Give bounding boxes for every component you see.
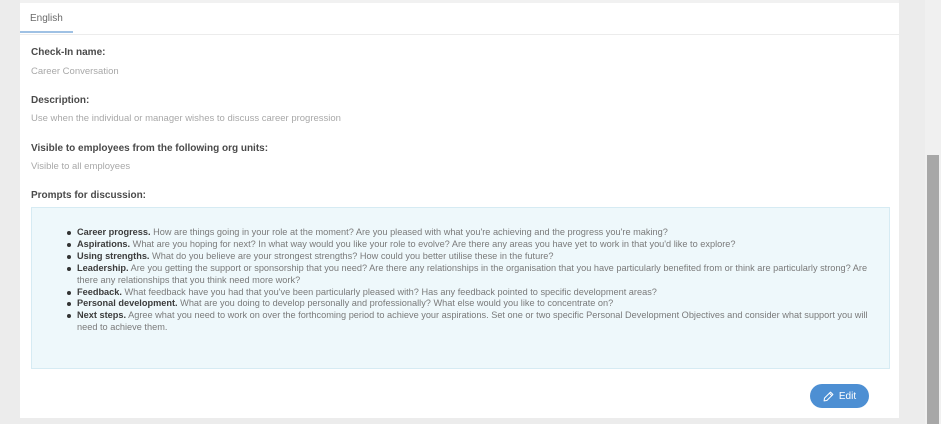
scrollbar-thumb[interactable] [927,155,939,424]
prompt-text: What are you hoping for next? In what wa… [130,238,736,249]
tab-divider [20,34,899,35]
prompt-item-aspirations: Aspirations. What are you hoping for nex… [67,238,877,251]
tab-english[interactable]: English [20,9,73,33]
prompt-item-personal-development: Personal development. What are you doing… [67,298,877,310]
prompt-text: What are you doing to develop personally… [177,298,614,309]
checkin-name-value: Career Conversation [31,66,119,77]
prompts-list: Career progress. How are things going in… [67,227,877,334]
prompts-box: Career progress. How are things going in… [31,207,890,369]
prompt-text: Agree what you need to work on over the … [77,310,868,333]
description-value: Use when the individual or manager wishe… [31,113,341,124]
prompt-item-using-strengths: Using strengths. What do you believe are… [67,250,877,263]
prompt-title: Using strengths. [77,250,150,261]
visibility-label: Visible to employees from the following … [31,143,269,154]
prompt-text: How are things going in your role at the… [150,227,668,237]
prompt-title: Feedback. [77,286,122,297]
edit-button-label: Edit [838,390,857,402]
visibility-value: Visible to all employees [31,161,131,172]
description-label: Description: [31,95,90,106]
prompt-text: What feedback have you had that you've b… [121,286,657,297]
prompt-title: Aspirations. [77,238,131,249]
prompt-title: Personal development. [77,298,178,309]
prompt-item-feedback: Feedback. What feedback have you had tha… [67,286,877,299]
pencil-icon [823,391,834,402]
checkin-name-label: Check-In name: [31,47,106,58]
prompt-item-career-progress: Career progress. How are things going in… [67,227,877,239]
prompt-title: Leadership. [77,262,129,273]
prompt-text: Are you getting the support or sponsorsh… [77,262,868,285]
prompts-label: Prompts for discussion: [31,190,147,201]
prompt-title: Next steps. [77,310,127,321]
prompt-item-leadership: Leadership. Are you getting the support … [67,262,877,287]
edit-button[interactable]: Edit [810,384,869,408]
prompt-title: Career progress. [77,227,151,237]
prompt-text: What do you believe are your strongest s… [149,250,554,261]
prompt-item-next-steps: Next steps. Agree what you need to work … [67,310,877,334]
checkin-details-panel: English Check-In name: Career Conversati… [20,0,899,418]
